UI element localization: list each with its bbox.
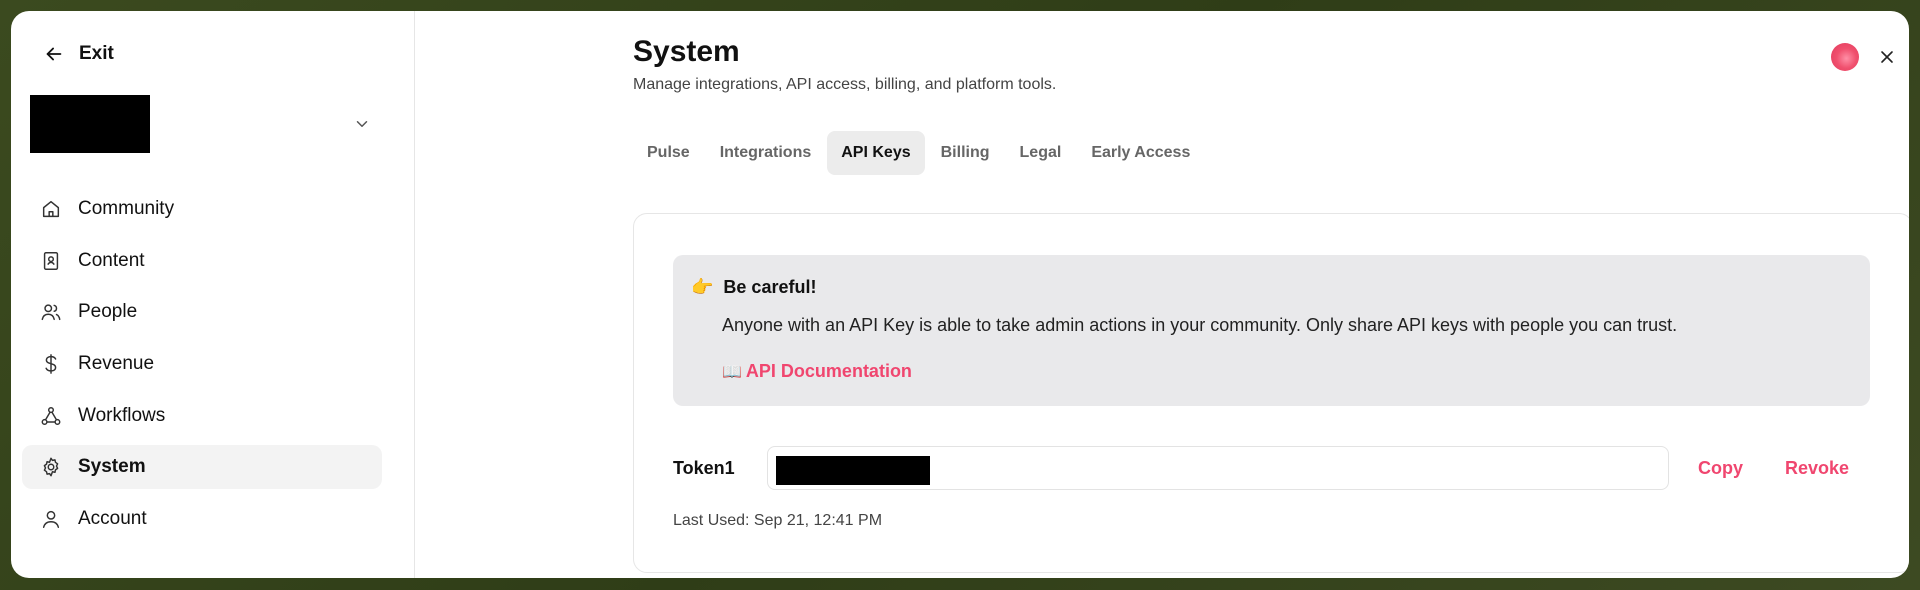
dollar-icon (45, 354, 57, 374)
token-name: Token1 (673, 458, 735, 478)
sidebar-item-workflows[interactable]: Workflows (22, 394, 382, 438)
sidebar-item-label: Content (78, 249, 145, 271)
sidebar-item-system[interactable]: System (22, 445, 382, 490)
people-icon (41, 304, 61, 321)
close-button[interactable] (1873, 43, 1901, 71)
sidebar-item-label: Account (78, 508, 147, 530)
gear-icon (43, 457, 59, 477)
sidebar-item-content[interactable]: Content (22, 239, 382, 283)
copy-button[interactable]: Copy (1698, 458, 1743, 479)
sidebar-nav: Community Content People Revenue Workflo… (22, 187, 382, 549)
exit-label: Exit (79, 43, 114, 64)
tab-bar: Pulse Integrations API Keys Billing Lega… (633, 131, 1204, 175)
sidebar-item-label: Community (78, 198, 175, 219)
community-logo (30, 95, 150, 153)
sidebar-item-revenue[interactable]: Revenue (22, 342, 382, 386)
content-icon (43, 251, 59, 270)
sidebar-item-label: Workflows (78, 404, 166, 426)
token-value-field[interactable] (767, 446, 1669, 490)
tab-early-access[interactable]: Early Access (1077, 131, 1204, 175)
page-subtitle: Manage integrations, API access, billing… (633, 76, 1057, 93)
sidebar-item-account[interactable]: Account (22, 497, 382, 541)
community-switcher[interactable] (30, 95, 379, 153)
chevron-down-icon (356, 121, 368, 127)
home-icon (42, 200, 60, 218)
sidebar-item-people[interactable]: People (22, 290, 382, 334)
book-icon: 📖 (722, 363, 742, 381)
sidebar: Exit Community Content People Revenue Wo… (11, 11, 415, 578)
tab-api-keys[interactable]: API Keys (827, 131, 925, 175)
close-icon (1881, 51, 1893, 63)
sidebar-item-label: People (78, 301, 138, 323)
warning-body: Anyone with an API Key is able to take a… (722, 315, 1678, 335)
api-keys-card: 👉 Be careful! Anyone with an API Key is … (633, 213, 1909, 573)
warning-header: 👉 Be careful! (691, 277, 816, 298)
revoke-button[interactable]: Revoke (1785, 458, 1849, 479)
warning-title: Be careful! (723, 277, 817, 297)
warning-callout: 👉 Be careful! Anyone with an API Key is … (673, 255, 1870, 406)
sidebar-item-community[interactable]: Community (22, 187, 382, 231)
token-last-used: Last Used: Sep 21, 12:41 PM (673, 512, 883, 529)
tab-billing[interactable]: Billing (927, 131, 1004, 175)
app-window: Exit Community Content People Revenue Wo… (11, 11, 1909, 578)
main-content: System Manage integrations, API access, … (415, 11, 1909, 578)
user-icon (42, 511, 60, 529)
tab-pulse[interactable]: Pulse (633, 131, 704, 175)
page-title: System (633, 35, 740, 68)
token-value-redacted (776, 456, 930, 485)
exit-button[interactable]: Exit (43, 43, 114, 65)
tab-legal[interactable]: Legal (1006, 131, 1076, 175)
pointing-finger-icon: 👉 (691, 277, 714, 297)
workflow-icon (41, 406, 61, 425)
arrow-left-icon (46, 47, 62, 61)
tab-integrations[interactable]: Integrations (706, 131, 826, 175)
avatar[interactable] (1831, 43, 1859, 71)
sidebar-item-label: Revenue (78, 353, 155, 375)
api-documentation-label: API Documentation (745, 361, 912, 381)
api-documentation-link[interactable]: 📖 API Documentation (722, 361, 912, 382)
sidebar-item-label: System (78, 456, 146, 478)
